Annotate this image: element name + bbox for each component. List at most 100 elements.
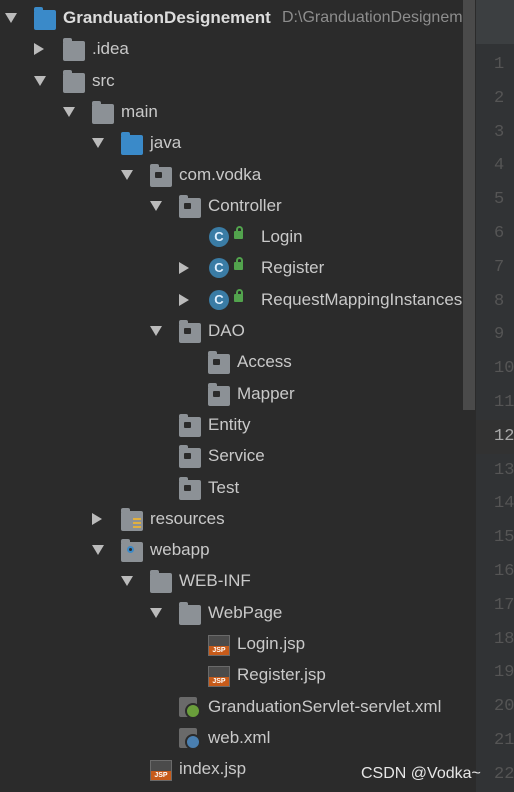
chevron-down-icon[interactable] (121, 576, 133, 587)
tree-item-login[interactable]: C Login (0, 222, 462, 253)
line-number: 6 (494, 224, 505, 243)
line-number: 21 (494, 731, 514, 750)
chevron-down-icon[interactable] (150, 326, 162, 336)
tree-item-webapp[interactable]: webapp (0, 535, 462, 566)
line-number: 22 (494, 764, 514, 784)
resources-folder-icon (121, 507, 143, 531)
tree-item-main[interactable]: main (0, 97, 462, 128)
tree-item-label: main (121, 101, 158, 121)
line-number: 18 (494, 629, 514, 649)
tree-item-label: java (150, 133, 182, 153)
tree-item-label: WEB-INF (179, 571, 251, 591)
tree-item-register[interactable]: C Register (0, 253, 462, 284)
chevron-right-icon[interactable] (179, 262, 189, 275)
tree-item-label: Login.jsp (237, 634, 306, 653)
line-number: 14 (494, 494, 514, 514)
jsp-file-icon: JSP (150, 760, 172, 782)
tree-item-label: Test (208, 477, 240, 497)
jsp-file-icon: JSP (208, 666, 230, 688)
tree-item-test[interactable]: Test (0, 473, 462, 504)
tree-item-label: Register (261, 258, 325, 278)
tree-item-entity[interactable]: Entity (0, 410, 462, 441)
line-number: 1 (494, 55, 505, 74)
folder-icon (179, 601, 201, 625)
line-number: 17 (494, 595, 514, 615)
line-number: 11 (494, 393, 514, 412)
package-icon (208, 382, 230, 406)
tree-item-label: index.jsp (179, 759, 247, 779)
tree-item-label: resources (150, 508, 225, 528)
source-folder-icon (121, 132, 143, 156)
package-icon (179, 413, 201, 437)
tree-item-web-xml[interactable]: web.xml (0, 723, 462, 754)
tree-item-granduationdesignement[interactable]: GranduationDesignement D:\GranduationDesi… (0, 3, 462, 34)
package-icon (179, 445, 201, 469)
tree-item-controller[interactable]: Controller (0, 191, 462, 222)
package-icon (179, 476, 201, 500)
spring-xml-file-icon (179, 696, 201, 719)
tree-item-mapper[interactable]: Mapper (0, 379, 462, 410)
chevron-right-icon[interactable] (34, 43, 44, 56)
tree-item-label: webapp (150, 540, 210, 560)
tree-item-service[interactable]: Service (0, 441, 462, 472)
chevron-down-icon[interactable] (150, 607, 162, 618)
tree-item-label: web.xml (208, 727, 271, 747)
class-icon: C (209, 289, 229, 310)
chevron-down-icon[interactable] (92, 138, 104, 149)
tree-scrollbar[interactable] (463, 0, 475, 410)
project-path: D:\GranduationDesignement (282, 9, 462, 26)
package-icon (179, 320, 201, 343)
lock-icon (234, 288, 243, 302)
chevron-down-icon[interactable] (5, 13, 17, 23)
tree-item-requestmappinginstances[interactable]: C RequestMappingInstances (0, 285, 462, 316)
line-number: 9 (494, 325, 505, 345)
tree-item-web-inf[interactable]: WEB-INF (0, 566, 462, 597)
tree-item-webpage[interactable]: WebPage (0, 598, 462, 629)
tree-item-access[interactable]: Access (0, 347, 462, 378)
lock-icon (234, 226, 243, 240)
tree-item--idea[interactable]: .idea (0, 34, 462, 65)
chevron-down-icon[interactable] (34, 75, 46, 86)
line-number: 8 (494, 291, 505, 311)
tree-item-com-vodka[interactable]: com.vodka (0, 160, 462, 191)
tree-item-label: GranduationDesignement (63, 8, 271, 27)
tree-item-label: WebPage (208, 602, 283, 622)
lock-icon (234, 257, 243, 271)
tree-item-label: Controller (208, 195, 282, 215)
tree-item-label: Register.jsp (237, 665, 326, 685)
chevron-down-icon[interactable] (92, 545, 104, 556)
project-tree[interactable]: GranduationDesignement D:\GranduationDesi… (0, 0, 462, 792)
class-icon: C (209, 227, 229, 248)
folder-icon (92, 100, 114, 124)
tree-item-label: .idea (92, 39, 129, 59)
class-icon: C (209, 258, 229, 279)
tree-item-dao[interactable]: DAO (0, 316, 462, 347)
tree-item-resources[interactable]: resources (0, 504, 462, 535)
tree-item-label: src (92, 70, 115, 90)
editor-tab-bar (476, 0, 514, 44)
tree-item-register-jsp[interactable]: JSP Register.jsp (0, 660, 462, 691)
chevron-down-icon[interactable] (121, 169, 133, 180)
folder-icon (150, 570, 172, 594)
tree-item-login-jsp[interactable]: JSP Login.jsp (0, 629, 462, 660)
line-number: 5 (494, 190, 505, 210)
line-number: 20 (494, 697, 514, 717)
chevron-down-icon[interactable] (63, 106, 75, 117)
line-number: 2 (494, 88, 505, 108)
chevron-right-icon[interactable] (179, 293, 189, 306)
tree-item-label: DAO (208, 321, 245, 340)
tree-item-src[interactable]: src (0, 66, 462, 97)
tree-item-label: Access (237, 352, 292, 372)
line-number: 13 (494, 460, 514, 480)
tree-item-label: GranduationServlet-servlet.xml (208, 696, 442, 716)
chevron-right-icon[interactable] (92, 512, 102, 525)
tree-item-granduationservlet-servlet-xml[interactable]: GranduationServlet-servlet.xml (0, 692, 462, 723)
chevron-down-icon[interactable] (150, 200, 162, 211)
folder-icon (63, 38, 85, 62)
watermark: CSDN @Vodka~ (361, 765, 481, 782)
tree-item-label: Mapper (237, 383, 295, 403)
package-icon (150, 163, 172, 187)
tree-item-java[interactable]: java (0, 128, 462, 159)
web-xml-file-icon (179, 727, 201, 750)
line-number: 16 (494, 562, 514, 581)
